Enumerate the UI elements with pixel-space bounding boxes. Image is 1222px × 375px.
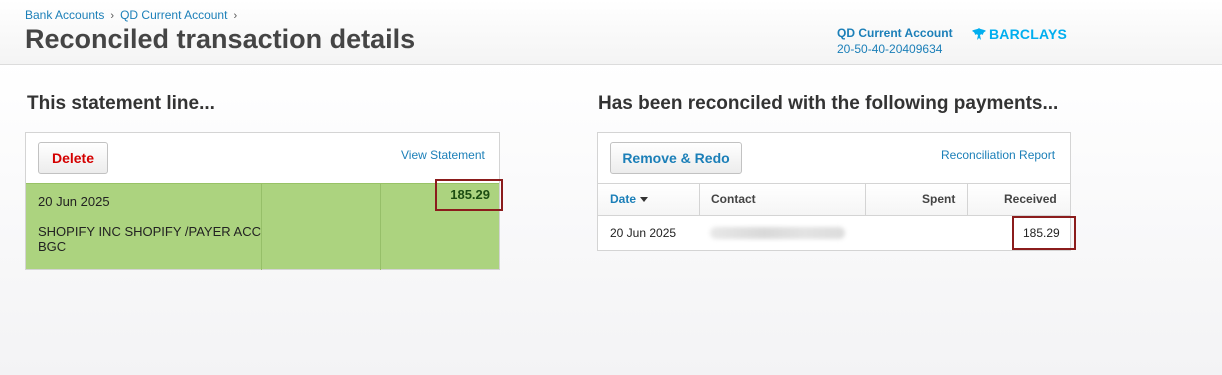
column-divider xyxy=(699,184,700,215)
breadcrumb-separator: › xyxy=(110,10,115,22)
statement-line-row[interactable]: 20 Jun 2025 SHOPIFY INC SHOPIFY /PAYER A… xyxy=(26,183,499,270)
column-divider xyxy=(967,184,968,215)
page-header: Bank Accounts › QD Current Account › Reconc… xyxy=(0,0,1222,65)
account-info: QD Current Account 20-50-40-20409634 xyxy=(837,26,953,56)
statement-section-heading: This statement line... xyxy=(27,93,215,114)
column-header-date[interactable]: Date xyxy=(610,184,649,215)
bank-logo: BARCLAYS xyxy=(971,26,1067,42)
account-number: 20-50-40-20409634 xyxy=(837,42,943,56)
breadcrumb-separator: › xyxy=(233,10,238,22)
account-name[interactable]: QD Current Account xyxy=(837,26,953,40)
delete-button[interactable]: Delete xyxy=(38,142,108,174)
remove-redo-button[interactable]: Remove & Redo xyxy=(610,142,742,174)
payment-date: 20 Jun 2025 xyxy=(610,226,677,240)
sort-down-icon xyxy=(640,197,649,203)
column-divider xyxy=(380,184,381,270)
column-header-received[interactable]: Received xyxy=(1004,184,1057,215)
table-row[interactable]: 20 Jun 2025 185.29 xyxy=(598,217,1070,249)
statement-amount-highlight xyxy=(435,179,503,211)
page-title: Reconciled transaction details xyxy=(25,24,416,54)
contact-redacted xyxy=(710,227,845,239)
statement-line-panel: Delete View Statement 20 Jun 2025 SHOPIF… xyxy=(25,132,500,270)
payments-panel: Remove & Redo Reconciliation Report Date… xyxy=(597,132,1071,251)
column-header-contact[interactable]: Contact xyxy=(711,184,756,215)
breadcrumb-qd-current-account[interactable]: QD Current Account xyxy=(120,8,227,22)
column-header-date-label: Date xyxy=(610,192,637,206)
payments-section-heading: Has been reconciled with the following p… xyxy=(598,93,1059,114)
statement-date: 20 Jun 2025 xyxy=(38,194,110,209)
breadcrumb: Bank Accounts › QD Current Account › xyxy=(25,8,243,22)
breadcrumb-bank-accounts[interactable]: Bank Accounts xyxy=(25,8,104,22)
eagle-icon xyxy=(972,27,986,40)
bank-logo-text: BARCLAYS xyxy=(989,26,1068,42)
payments-table-header: Date Contact Spent Received xyxy=(598,183,1070,216)
column-divider xyxy=(865,184,866,215)
column-header-spent[interactable]: Spent xyxy=(922,184,955,215)
view-statement-link[interactable]: View Statement xyxy=(401,148,485,162)
received-amount-highlight xyxy=(1012,216,1076,250)
reconciliation-report-link[interactable]: Reconciliation Report xyxy=(941,148,1055,162)
statement-description: SHOPIFY INC SHOPIFY /PAYER ACC BGC xyxy=(38,224,261,254)
